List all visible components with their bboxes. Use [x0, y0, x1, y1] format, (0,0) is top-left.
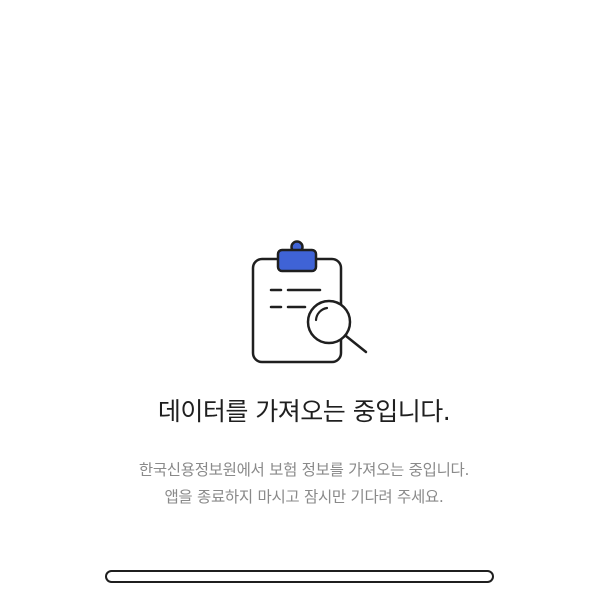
- loading-description-line-2: 앱을 종료하지 마시고 잠시만 기다려 주세요.: [164, 488, 444, 506]
- loading-description-line-1: 한국신용정보원에서 보험 정보를 가져오는 중입니다.: [138, 461, 470, 479]
- loading-title: 데이터를 가져오는 중입니다.: [157, 397, 451, 426]
- loading-screen: 데이터를 가져오는 중입니다. 한국신용정보원에서 보험 정보를 가져오는 중입…: [0, 0, 608, 614]
- progress-bar: [105, 570, 494, 583]
- clipboard-search-icon: [245, 236, 375, 366]
- loading-description: 한국신용정보원에서 보험 정보를 가져오는 중입니다. 앱을 종료하지 마시고 …: [0, 457, 608, 511]
